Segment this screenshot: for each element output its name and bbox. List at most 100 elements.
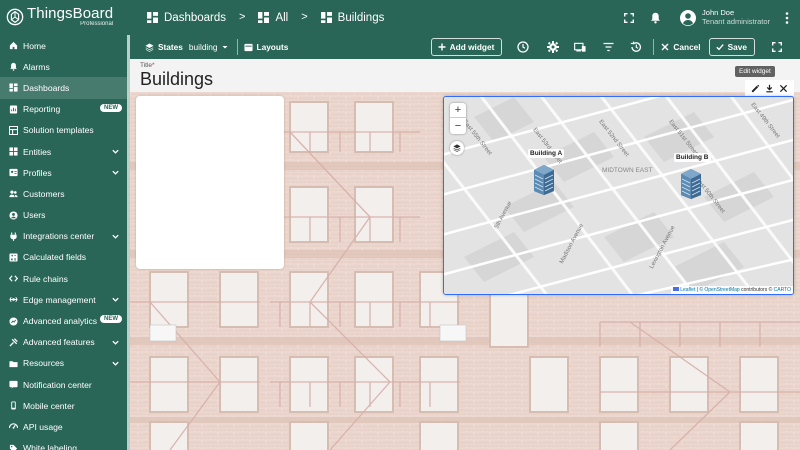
settings-gear-icon[interactable] [547,41,560,53]
save-button[interactable]: Save [708,38,755,56]
sidebar-item-white-labeling[interactable]: White labeling [0,438,130,450]
sidebar-item-calculated-fields[interactable]: Calculated fields [0,247,130,268]
breadcrumb-label: Buildings [337,11,385,24]
carto-link[interactable]: CARTO [774,287,791,293]
map-widget[interactable]: East 55th Street East 53rd Street East 5… [443,96,794,295]
reporting-icon [9,105,18,114]
sidebar-item-entities[interactable]: Entities [0,141,130,162]
map-tiles[interactable] [444,97,794,295]
breadcrumb-label: All [275,11,289,24]
layouts-button[interactable]: Layouts [243,42,288,52]
building-marker-icon[interactable] [681,169,701,199]
breadcrumb-buildings[interactable]: Buildings [320,11,385,24]
sidebar-item-dashboards[interactable]: Dashboards [0,77,130,99]
states-value: building [188,42,218,52]
customers-icon [9,189,18,198]
profiles-icon [9,168,18,177]
fullscreen-icon[interactable] [771,41,783,53]
sidebar-item-label: Mobile center [23,400,75,411]
osm-link[interactable]: © OpenStreetMap [699,287,739,293]
dashboard-icon [320,12,332,23]
breadcrumb-separator: > [301,10,308,23]
zoom-out-button[interactable]: − [450,118,466,133]
marker-label-building-b: Building B [674,153,711,162]
states-label: States [158,42,183,52]
sidebar-item-notification-center[interactable]: Notification center [0,374,130,395]
edge-icon [9,295,18,304]
restore-history-icon[interactable] [630,41,642,53]
logo[interactable]: ThingsBoard Professional [6,6,113,27]
breadcrumb-label: Dashboards [164,11,227,24]
sidebar-item-rule-chains[interactable]: Rule chains [0,268,130,289]
devices-icon[interactable] [574,41,586,53]
title-field[interactable]: Title* Buildings [130,59,800,92]
breadcrumb-dashboards[interactable]: Dashboards [147,12,226,24]
dashboards-icon [9,83,18,93]
header-actions: John Doe Tenant administrator [622,0,800,35]
sidebar-item-label: Calculated fields [23,252,87,263]
edit-pencil-icon[interactable] [751,84,760,93]
integrations-icon [9,232,18,241]
fullscreen-icon[interactable] [622,11,636,25]
zoom-in-button[interactable]: + [450,103,466,118]
layers-control-button[interactable] [450,141,464,155]
more-vert-icon[interactable] [780,11,794,25]
close-icon[interactable] [779,84,788,93]
download-icon[interactable] [765,84,774,93]
alarm-icon [9,62,18,72]
dashboard-icon [258,12,270,23]
edit-widget-tooltip: Edit widget [735,66,775,77]
sidebar-item-advanced-features[interactable]: Advanced features [0,332,130,353]
add-widget-button[interactable]: Add widget [430,38,503,56]
sidebar-item-customers[interactable]: Customers [0,183,130,204]
sidebar-item-label: Customers [23,188,65,199]
chevron-down-icon[interactable] [111,359,120,368]
title-label-text: Title [140,62,153,69]
sidebar-item-edge-management[interactable]: Edge management [0,289,130,310]
sidebar-item-label: White labeling [23,443,77,450]
sidebar-item-home[interactable]: Home [0,35,130,56]
chevron-down-icon[interactable] [111,295,120,304]
page-title[interactable]: Buildings [140,69,213,90]
sidebar-item-solution-templates[interactable]: Solution templates [0,120,130,141]
map-attribution: Leaflet | © OpenStreetMap contributors ©… [671,286,793,294]
sidebar-item-label: Users [23,210,46,221]
user-role: Tenant administrator [702,16,770,26]
sidebar-item-integrations-center[interactable]: Integrations center [0,226,130,247]
leaflet-link[interactable]: Leaflet [680,287,695,293]
add-widget-label: Add widget [449,42,495,52]
user-menu[interactable]: John Doe Tenant administrator [680,8,770,26]
features-icon [9,337,18,347]
attribution-text: contributors © [741,287,773,293]
chevron-down-icon[interactable] [111,147,120,156]
logo-subtitle: Professional [80,21,114,27]
sidebar-item-label: Home [23,40,46,51]
sidebar-item-users[interactable]: Users [0,205,130,226]
empty-widget[interactable] [136,96,284,269]
building-marker-icon[interactable] [534,165,554,195]
history-clock-icon[interactable] [517,41,530,53]
sidebar-item-resources[interactable]: Resources [0,353,130,374]
layers-icon [453,144,461,152]
sidebar-item-api-usage[interactable]: API usage [0,416,130,437]
breadcrumb-all[interactable]: All [258,12,288,24]
filter-icon[interactable] [602,41,614,53]
save-label: Save [727,42,747,52]
check-icon [715,44,724,51]
sidebar-item-alarms[interactable]: Alarms [0,56,130,77]
sidebar-item-reporting[interactable]: Reporting NEW [0,99,130,120]
chevron-down-icon[interactable] [111,168,120,177]
zoom-control: + − [450,103,466,134]
sidebar-item-advanced-analytics[interactable]: Advanced analytics NEW [0,310,130,331]
cancel-button[interactable]: Cancel [661,42,701,52]
sidebar-item-mobile-center[interactable]: Mobile center [0,395,130,416]
notifications-bell-icon[interactable] [648,11,662,25]
sidebar-item-profiles[interactable]: Profiles [0,162,130,183]
divider [653,39,655,55]
chevron-down-icon[interactable] [111,338,120,347]
home-icon [9,41,18,50]
chevron-down-icon[interactable] [111,232,120,241]
breadcrumb: Dashboards > All > Buildings [147,0,384,35]
layers-icon [145,42,154,52]
states-selector[interactable]: States building [145,42,229,52]
